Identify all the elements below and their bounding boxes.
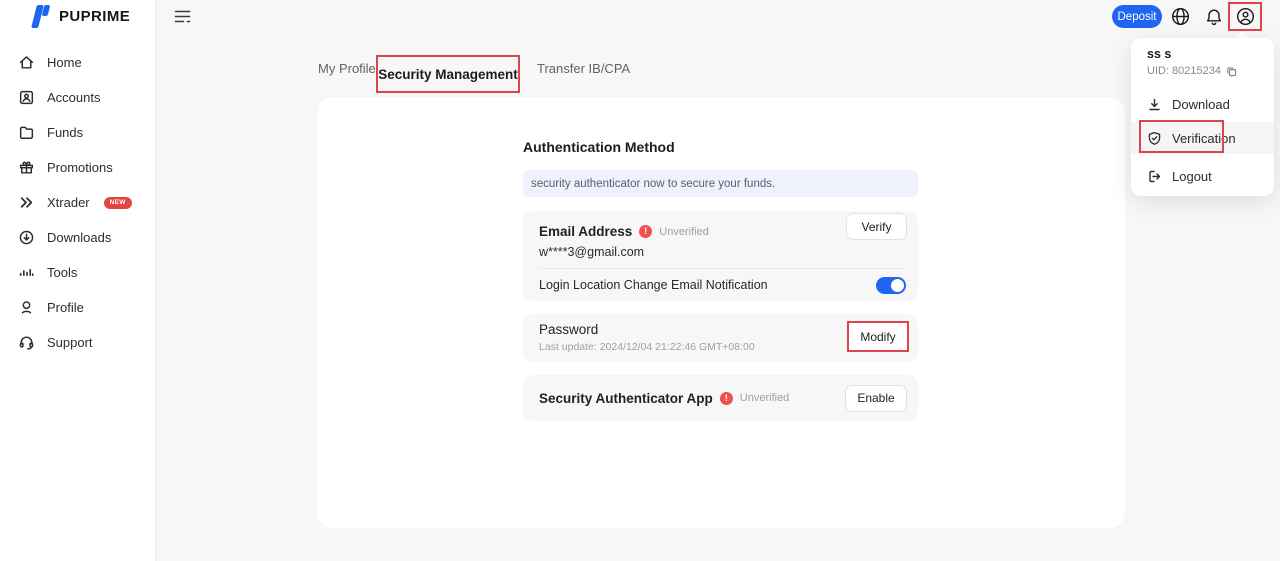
sidebar-item-xtrader[interactable]: Xtrader NEW: [0, 185, 156, 220]
menu-item-label: Download: [1172, 97, 1230, 112]
sidebar-item-support[interactable]: Support: [0, 325, 156, 360]
verify-button[interactable]: Verify: [846, 213, 907, 240]
xtrader-icon: [18, 194, 35, 211]
sidebar-item-label: Tools: [47, 265, 77, 280]
unverified-alert-icon: !: [639, 225, 652, 238]
promotions-icon: [18, 159, 35, 176]
sidebar-item-accounts[interactable]: Accounts: [0, 80, 156, 115]
menu-item-label: Verification: [1172, 131, 1236, 146]
email-value: w****3@gmail.com: [539, 245, 904, 259]
tab-label: Security Management: [378, 67, 518, 82]
user-dropdown-menu: ss s UID: 80215234 Download Verification…: [1131, 38, 1274, 196]
accounts-icon: [18, 89, 35, 106]
email-title: Email Address: [539, 224, 632, 239]
notifications-bell-icon[interactable]: [1205, 8, 1223, 26]
account-avatar-icon[interactable]: [1236, 7, 1255, 26]
menu-item-download[interactable]: Download: [1131, 88, 1274, 120]
sidebar-item-label: Support: [47, 335, 93, 350]
sidebar: PUPRIME Home Accounts Funds Promotions: [0, 0, 156, 561]
funds-icon: [18, 124, 35, 141]
new-badge: NEW: [104, 197, 132, 209]
tools-icon: [18, 264, 35, 281]
sidebar-item-tools[interactable]: Tools: [0, 255, 156, 290]
sidebar-item-promotions[interactable]: Promotions: [0, 150, 156, 185]
sidebar-item-label: Xtrader: [47, 195, 90, 210]
sidebar-item-label: Accounts: [47, 90, 100, 105]
tab-transfer-ib-cpa[interactable]: Transfer IB/CPA: [537, 61, 630, 76]
support-icon: [18, 334, 35, 351]
login-location-notification-label: Login Location Change Email Notification: [539, 278, 768, 292]
logout-icon: [1147, 169, 1162, 184]
tab-my-profile[interactable]: My Profile: [318, 61, 376, 76]
email-status: Unverified: [659, 226, 709, 238]
section-title: Authentication Method: [523, 139, 675, 155]
brand-logo[interactable]: PUPRIME: [30, 5, 130, 28]
banner-text: security authenticator now to secure you…: [523, 178, 775, 190]
downloads-icon: [18, 229, 35, 246]
menu-item-logout[interactable]: Logout: [1131, 160, 1274, 192]
copy-icon[interactable]: [1226, 66, 1237, 77]
sidebar-item-funds[interactable]: Funds: [0, 115, 156, 150]
download-icon: [1147, 97, 1162, 112]
tab-security-management[interactable]: Security Management: [376, 55, 520, 93]
modify-highlight-box: Modify: [847, 321, 909, 352]
profile-icon: [18, 299, 35, 316]
sidebar-item-profile[interactable]: Profile: [0, 290, 156, 325]
brand-name: PUPRIME: [59, 8, 130, 25]
sidebar-collapse-icon[interactable]: [174, 9, 191, 24]
menu-item-verification[interactable]: Verification: [1131, 122, 1274, 154]
shield-check-icon: [1147, 131, 1162, 146]
sidebar-item-label: Home: [47, 55, 82, 70]
enable-button[interactable]: Enable: [845, 385, 907, 412]
language-globe-icon[interactable]: [1171, 7, 1190, 26]
modify-button[interactable]: Modify: [851, 325, 905, 348]
sidebar-item-label: Funds: [47, 125, 83, 140]
unverified-alert-icon: !: [720, 392, 733, 405]
home-icon: [18, 54, 35, 71]
password-section: Password Last update: 2024/12/04 21:22:4…: [523, 314, 918, 362]
menu-item-label: Logout: [1172, 169, 1212, 184]
sidebar-item-downloads[interactable]: Downloads: [0, 220, 156, 255]
sidebar-item-label: Profile: [47, 300, 84, 315]
security-authenticator-section: Security Authenticator App ! Unverified …: [523, 375, 918, 421]
email-notification-toggle[interactable]: [876, 277, 906, 294]
sidebar-item-label: Downloads: [47, 230, 111, 245]
sidebar-item-label: Promotions: [47, 160, 113, 175]
user-uid: UID: 80215234: [1147, 65, 1221, 77]
puprime-logo-icon: [30, 5, 52, 28]
sidebar-item-home[interactable]: Home: [0, 45, 156, 80]
security-banner: security authenticator now to secure you…: [523, 170, 918, 197]
user-name: ss s: [1147, 47, 1171, 61]
email-address-section: Email Address ! Unverified w****3@gmail.…: [523, 211, 918, 301]
authenticator-title: Security Authenticator App: [539, 391, 713, 406]
authenticator-status: Unverified: [740, 392, 790, 404]
security-management-panel: Authentication Method security authentic…: [317, 97, 1125, 528]
sidebar-nav: Home Accounts Funds Promotions Xtrader: [0, 45, 156, 360]
deposit-button[interactable]: Deposit: [1112, 5, 1162, 28]
